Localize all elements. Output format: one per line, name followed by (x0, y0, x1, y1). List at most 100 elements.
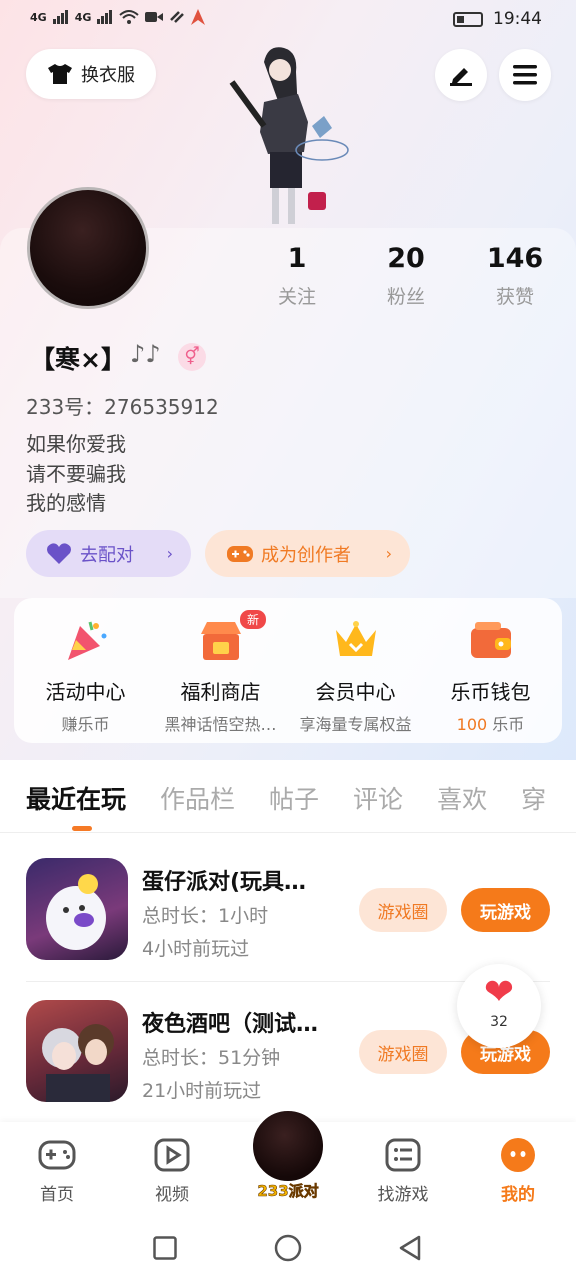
change-outfit-label: 换衣服 (81, 65, 135, 86)
gamepad-icon (227, 545, 253, 562)
change-outfit-button[interactable]: 换衣服 (26, 49, 156, 99)
active-tab-indicator (72, 826, 92, 831)
game-icon-night-bar[interactable] (26, 1000, 128, 1102)
hamburger-icon (513, 65, 537, 85)
battery-icon (453, 11, 483, 27)
bio-line: 请不要骗我 (26, 461, 126, 486)
game-circle-button[interactable]: 游戏圈 (359, 1030, 447, 1074)
recent-apps-icon[interactable] (153, 1236, 177, 1260)
nav-video[interactable]: 视频 (132, 1136, 212, 1205)
like-count: 32 (490, 1014, 508, 1030)
tab-posts[interactable]: 帖子 (269, 780, 319, 816)
feature-subtitle: 享海量专属权益 (299, 715, 412, 734)
game-duration: 总时长：51分钟 (142, 1047, 281, 1069)
nav-party-avatar[interactable] (250, 1108, 326, 1184)
gender-icon: ⚥ (178, 343, 206, 371)
stat-likes[interactable]: 146 获赞 (475, 243, 555, 309)
game-title[interactable]: 蛋仔派对(玩具… (142, 864, 306, 896)
crown-icon (332, 616, 380, 664)
bio-line: 我的感情 (26, 491, 106, 515)
tab-outfits[interactable]: 穿 (521, 780, 546, 816)
floating-like-button[interactable]: ❤ 32 (457, 964, 541, 1048)
smile-face-icon (499, 1136, 537, 1174)
nav-video-label: 视频 (155, 1185, 189, 1205)
status-right: 19:44 (453, 9, 542, 29)
match-label: 去配对 (80, 544, 134, 566)
stat-fans[interactable]: 20 粉丝 (366, 243, 446, 309)
nav-home[interactable]: 首页 (17, 1136, 97, 1205)
profile-tabs: 最近在玩 作品栏 帖子 评论 喜欢 穿 (26, 780, 576, 816)
signal-icon-2 (97, 10, 113, 24)
game-title[interactable]: 夜色酒吧（测试… (142, 1006, 318, 1038)
signal-icon (52, 10, 68, 24)
game-last-played: 4小时前玩过 (142, 938, 250, 960)
user-id[interactable]: 233号：276535912 (26, 391, 219, 420)
character-avatar-icon[interactable] (228, 42, 352, 228)
nav-mine-label: 我的 (501, 1185, 535, 1205)
following-label: 关注 (277, 286, 316, 308)
play-game-button[interactable]: 玩游戏 (461, 888, 550, 932)
become-creator-button[interactable]: 成为创作者 › (205, 530, 410, 577)
creator-label: 成为创作者 (261, 544, 351, 566)
nav-find-label: 找游戏 (377, 1185, 429, 1205)
likes-label: 获赞 (495, 286, 534, 308)
gamepad-icon (38, 1136, 76, 1174)
fans-count: 20 (387, 243, 425, 274)
content-panel (0, 762, 576, 1162)
following-count: 1 (287, 243, 307, 274)
link-icon (170, 11, 185, 23)
status-bar: 4G 4G 19:44 (0, 0, 576, 40)
tab-comments[interactable]: 评论 (353, 780, 403, 816)
coin-balance: 100 (456, 715, 488, 734)
feature-subtitle: 100 乐币 (423, 711, 558, 735)
app-notification-icon (191, 9, 206, 25)
back-icon[interactable] (397, 1234, 423, 1262)
feature-welfare-shop[interactable]: 福利商店 黑神话悟空热… (153, 616, 288, 735)
pen-icon (450, 68, 472, 86)
game-circle-button[interactable]: 游戏圈 (359, 888, 447, 932)
stat-following[interactable]: 1 关注 (257, 243, 337, 309)
tab-recent-played[interactable]: 最近在玩 (26, 780, 126, 816)
home-circle-icon[interactable] (274, 1234, 302, 1262)
nav-party-label[interactable]: 233派对 (250, 1180, 326, 1201)
coin-unit: 乐币 (487, 715, 525, 734)
feature-title: 会员中心 (315, 680, 396, 704)
signal-label-2: 4G (74, 10, 92, 24)
chevron-right-icon: › (166, 544, 173, 563)
likes-count: 146 (486, 243, 544, 274)
bio: 如果你爱我 请不要骗我 我的感情 (26, 430, 126, 519)
nav-find-games[interactable]: 找游戏 (363, 1136, 443, 1205)
feature-activity-center[interactable]: 活动中心 赚乐币 (18, 616, 153, 735)
feature-vip-center[interactable]: 会员中心 享海量专属权益 (288, 616, 423, 735)
feature-title: 福利商店 (180, 680, 261, 704)
fans-label: 粉丝 (386, 286, 425, 308)
status-icons: 4G 4G (30, 9, 206, 25)
list-icon (384, 1136, 422, 1174)
wallet-icon (467, 616, 515, 664)
system-nav-bar (0, 1218, 576, 1280)
nav-mine[interactable]: 我的 (478, 1136, 558, 1205)
edit-profile-button[interactable] (435, 49, 487, 101)
new-badge: 新 (240, 610, 267, 629)
feature-subtitle: 黑神话悟空热… (164, 715, 277, 734)
tab-likes[interactable]: 喜欢 (437, 780, 487, 816)
shirt-icon (48, 64, 72, 84)
video-play-icon (153, 1136, 191, 1174)
chevron-right-icon: › (385, 544, 392, 563)
feature-wallet[interactable]: 乐币钱包 100 乐币 (423, 616, 558, 735)
game-icon-eggy-party[interactable] (26, 858, 128, 960)
avatar[interactable] (27, 187, 149, 309)
party-popper-icon (62, 616, 110, 664)
game-last-played: 21小时前玩过 (142, 1080, 262, 1102)
music-note-icon: ♪♪ (130, 340, 161, 368)
match-button[interactable]: 去配对 › (26, 530, 191, 577)
feature-title: 乐币钱包 (450, 680, 531, 704)
clock: 19:44 (493, 9, 542, 29)
feature-panel: 活动中心 赚乐币 福利商店 黑神话悟空热… 会员中心 享海量专属权益 乐币钱包 … (14, 598, 562, 743)
video-icon (145, 12, 164, 22)
nickname: 【寒×】 (30, 345, 126, 374)
bio-line: 如果你爱我 (26, 432, 126, 456)
menu-button[interactable] (499, 49, 551, 101)
tab-works[interactable]: 作品栏 (160, 780, 235, 816)
wifi-icon (119, 10, 140, 24)
